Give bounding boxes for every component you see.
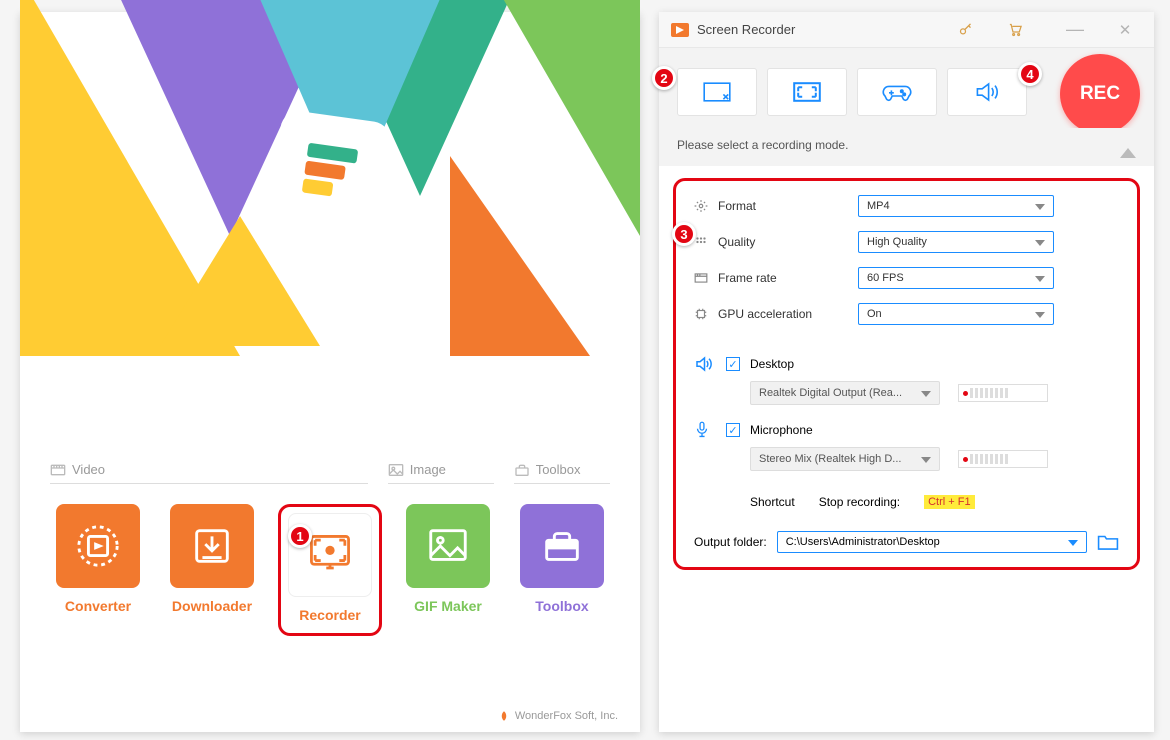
annotation-badge-1: 1	[288, 524, 312, 548]
desktop-audio-label: Desktop	[750, 357, 794, 371]
gpu-label: GPU acceleration	[718, 307, 858, 321]
tool-downloader[interactable]: Downloader	[164, 504, 260, 636]
recorder-title: Screen Recorder	[697, 22, 958, 37]
record-button[interactable]: REC	[1060, 54, 1140, 134]
shortcut-label: Shortcut	[750, 495, 795, 509]
shortcut-key: Ctrl + F1	[924, 495, 974, 509]
collapse-toggle-icon[interactable]	[1120, 148, 1136, 158]
key-icon[interactable]	[958, 22, 992, 37]
prompt-text: Please select a recording mode.	[677, 138, 848, 152]
cart-icon[interactable]	[1008, 22, 1042, 37]
gear-icon[interactable]	[515, 366, 531, 382]
close-button[interactable]: ✕	[613, 364, 626, 384]
footer-company: WonderFox Soft, Inc.	[498, 710, 618, 722]
minimize-button[interactable]: –	[583, 363, 594, 386]
gpu-select[interactable]: On	[858, 303, 1054, 325]
desktop-level-meter	[958, 384, 1048, 402]
tool-toolbox[interactable]: Toolbox	[514, 504, 610, 636]
microphone-device-select[interactable]: Stereo Mix (Realtek High D...	[750, 447, 940, 471]
annotation-badge-2: 2	[652, 66, 676, 90]
quality-label: Quality	[718, 235, 858, 249]
microphone-label: Microphone	[750, 423, 813, 437]
recorder-titlebar: Screen Recorder — ✕	[659, 12, 1154, 48]
main-titlebar: HD Video Converter Factory Pro – ✕	[20, 356, 640, 392]
mode-audio[interactable]	[947, 68, 1027, 116]
desktop-audio-checkbox[interactable]: ✓	[726, 357, 740, 371]
speaker-icon	[694, 355, 716, 373]
framerate-label: Frame rate	[718, 271, 858, 285]
main-app-window: HD Video Converter Factory Pro – ✕ Video	[20, 12, 640, 732]
menu-icon[interactable]	[549, 366, 565, 382]
tool-label: Downloader	[164, 598, 260, 614]
framerate-select[interactable]: 60 FPS	[858, 267, 1054, 289]
tool-label: Recorder	[283, 607, 377, 623]
prompt-text-row: Please select a recording mode.	[659, 128, 1154, 166]
cart-icon[interactable]	[481, 366, 497, 382]
mode-toolbar: REC	[659, 48, 1154, 128]
output-folder-label: Output folder:	[694, 535, 767, 549]
gear-icon	[694, 199, 718, 213]
recorder-logo-icon	[671, 23, 689, 37]
gpu-icon	[694, 307, 718, 321]
section-label-video: Video	[50, 462, 368, 484]
mode-fullscreen[interactable]	[767, 68, 847, 116]
format-label: Format	[718, 199, 858, 213]
format-select[interactable]: MP4	[858, 195, 1054, 217]
desktop-device-select[interactable]: Realtek Digital Output (Rea...	[750, 381, 940, 405]
tool-label: GIF Maker	[400, 598, 496, 614]
key-icon[interactable]	[447, 366, 463, 382]
tool-recorder[interactable]: Recorder	[278, 504, 382, 636]
mode-custom-region[interactable]	[677, 68, 757, 116]
settings-panel: Format MP4 Quality High Quality Frame ra…	[673, 178, 1140, 570]
mode-game[interactable]	[857, 68, 937, 116]
quality-select[interactable]: High Quality	[858, 231, 1054, 253]
section-label-image: Image	[388, 462, 494, 484]
tool-label: Converter	[50, 598, 146, 614]
microphone-checkbox[interactable]: ✓	[726, 423, 740, 437]
tool-gifmaker[interactable]: GIF Maker	[400, 504, 496, 636]
microphone-level-meter	[958, 450, 1048, 468]
minimize-button[interactable]: —	[1058, 19, 1092, 40]
play-logo-graphic	[268, 109, 392, 233]
annotation-badge-4: 4	[1018, 62, 1042, 86]
app-logo-icon	[34, 364, 54, 384]
microphone-icon	[694, 421, 716, 439]
browse-folder-icon[interactable]	[1097, 533, 1119, 551]
banner-graphic	[20, 0, 640, 356]
tool-label: Toolbox	[514, 598, 610, 614]
framerate-icon	[694, 271, 718, 285]
app-title: HD Video Converter Factory Pro	[62, 366, 447, 382]
tool-converter[interactable]: Converter	[50, 504, 146, 636]
close-button[interactable]: ✕	[1108, 21, 1142, 39]
recorder-window: Screen Recorder — ✕ REC Please select a …	[659, 12, 1154, 732]
quality-icon	[694, 235, 718, 249]
section-label-toolbox: Toolbox	[514, 462, 610, 484]
output-folder-select[interactable]: C:\Users\Administrator\Desktop	[777, 531, 1087, 553]
stop-recording-label: Stop recording:	[819, 495, 900, 509]
annotation-badge-3: 3	[672, 222, 696, 246]
